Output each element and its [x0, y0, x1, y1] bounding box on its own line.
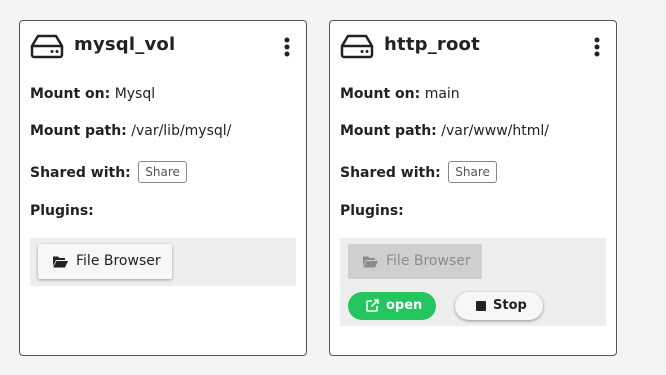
mount-on-field: Mount on: Mysql: [30, 86, 155, 102]
external-link-icon: [366, 299, 379, 312]
file-browser-label: File Browser: [386, 253, 471, 269]
volume-card-http-root: http_root Mount on: main Mount path: /va…: [329, 20, 617, 356]
shared-with-label: Shared with:: [30, 165, 131, 181]
shared-with-field: Shared with: Share: [340, 161, 497, 184]
plugins-label-text: Plugins:: [340, 203, 404, 219]
hard-drive-icon: [30, 34, 64, 59]
mount-on-field: Mount on: main: [340, 86, 460, 102]
file-browser-label: File Browser: [76, 253, 161, 269]
hard-drive-icon: [340, 34, 374, 59]
mount-path-value: /var/lib/mysql/: [131, 123, 232, 139]
open-label: open: [386, 298, 423, 313]
plugin-area: File Browser: [30, 238, 296, 286]
mount-on-label: Mount on:: [340, 86, 421, 102]
mount-on-label: Mount on:: [30, 86, 111, 102]
stop-label: Stop: [493, 298, 527, 313]
open-button[interactable]: open: [348, 292, 436, 320]
plugins-label-text: Plugins:: [30, 203, 94, 219]
shared-with-field: Shared with: Share: [30, 161, 187, 184]
mount-path-field: Mount path: /var/www/html/: [340, 123, 549, 139]
volume-title: mysql_vol: [74, 34, 176, 55]
folder-open-icon: [363, 256, 378, 268]
mount-path-field: Mount path: /var/lib/mysql/: [30, 123, 231, 139]
card-header: mysql_vol: [30, 33, 296, 61]
mount-path-label: Mount path:: [30, 123, 127, 139]
folder-open-icon: [53, 256, 68, 268]
shared-with-label: Shared with:: [340, 165, 441, 181]
share-button[interactable]: Share: [448, 161, 497, 183]
plugins-label: Plugins:: [30, 203, 94, 219]
file-browser-button: File Browser: [348, 244, 482, 279]
share-button[interactable]: Share: [138, 161, 187, 183]
plugin-area: File Browser open Stop: [340, 238, 606, 326]
vertical-ellipsis-icon[interactable]: [284, 37, 290, 57]
volume-title: http_root: [384, 34, 480, 55]
mount-path-label: Mount path:: [340, 123, 437, 139]
vertical-ellipsis-icon[interactable]: [594, 37, 600, 57]
stop-square-icon: [476, 301, 486, 311]
file-browser-button[interactable]: File Browser: [38, 244, 172, 279]
card-header: http_root: [340, 33, 606, 61]
volume-card-mysql-vol: mysql_vol Mount on: Mysql Mount path: /v…: [19, 20, 307, 356]
mount-on-value: Mysql: [114, 86, 156, 102]
mount-on-value: main: [424, 86, 460, 102]
mount-path-value: /var/www/html/: [441, 123, 549, 139]
plugins-label: Plugins:: [340, 203, 404, 219]
stop-button[interactable]: Stop: [455, 292, 543, 320]
